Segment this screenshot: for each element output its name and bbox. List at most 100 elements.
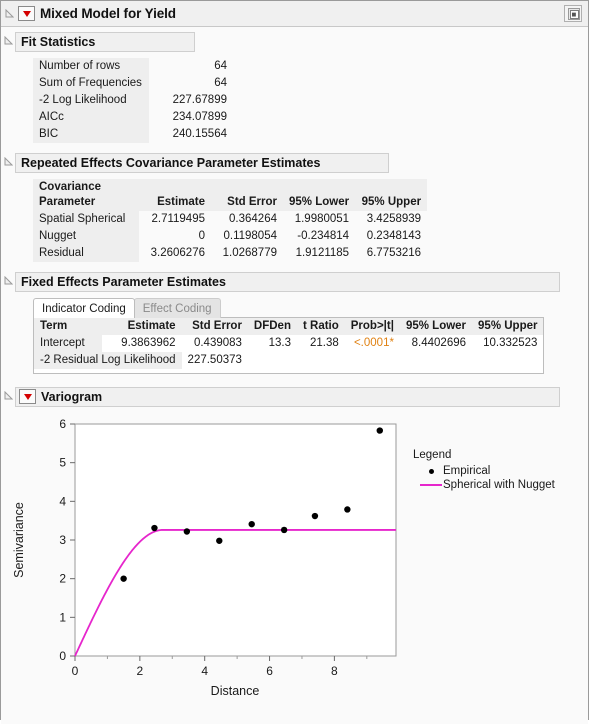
disclosure-triangle-icon[interactable] xyxy=(4,275,13,285)
fixed-effects-table: Term Estimate Std Error DFDen t Ratio Pr… xyxy=(34,318,544,369)
table-row: AICc 234.07899 xyxy=(33,109,235,126)
section-variogram-header[interactable]: Variogram xyxy=(1,387,588,407)
svg-text:6: 6 xyxy=(266,664,273,678)
legend-item-empirical[interactable]: Empirical xyxy=(419,465,555,477)
table-header-row: Covariance Parameter Estimate Std Error … xyxy=(33,179,428,211)
fixed-prob-t: <.0001* xyxy=(353,337,394,349)
table-header-row: Term Estimate Std Error DFDen t Ratio Pr… xyxy=(34,318,544,335)
data-point[interactable] xyxy=(311,512,319,520)
fixed-t-ratio: 21.38 xyxy=(309,337,339,349)
table-row: Number of rows 64 xyxy=(33,58,235,75)
legend-label: Spherical with Nugget xyxy=(443,479,555,491)
repeated-effects-table: Covariance Parameter Estimate Std Error … xyxy=(33,179,428,262)
cov-estimate: 0 xyxy=(198,230,205,242)
legend-title: Legend xyxy=(413,449,452,461)
svg-text:0: 0 xyxy=(59,649,66,663)
data-point[interactable] xyxy=(248,520,255,528)
section-fit-statistics-header[interactable]: Fit Statistics xyxy=(1,32,588,52)
page-title: Mixed Model for Yield xyxy=(40,6,176,21)
fit-stat-label: Number of rows xyxy=(33,58,149,75)
red-triangle-glyph xyxy=(23,393,32,400)
tab-list: Indicator Coding Effect Coding xyxy=(33,298,588,318)
fit-stat-label: Sum of Frequencies xyxy=(33,75,149,92)
fixed-term: Intercept xyxy=(34,335,102,352)
section-fixed-effects-header[interactable]: Fixed Effects Parameter Estimates xyxy=(1,272,588,292)
cov-lower: 1.9121185 xyxy=(295,247,350,259)
cov-parameter: Spatial Spherical xyxy=(33,211,139,228)
cov-parameter: Residual xyxy=(33,245,139,262)
legend-line-icon xyxy=(419,484,443,486)
svg-text:2: 2 xyxy=(137,664,144,678)
col-estimate: Estimate xyxy=(139,179,211,211)
col-95-lower: 95% Lower xyxy=(283,179,356,211)
col-dfden: DFDen xyxy=(247,318,297,335)
table-row: Intercept 9.3863962 0.439083 13.3 21.38 … xyxy=(34,335,543,352)
col-prob-t: Prob>|t| xyxy=(344,318,400,335)
col-std-error: Std Error xyxy=(181,318,248,335)
table-row: Residual 3.2606276 1.0268779 1.9121185 6… xyxy=(33,245,427,262)
col-estimate: Estimate xyxy=(102,318,182,335)
table-row: Spatial Spherical 2.7119495 0.364264 1.9… xyxy=(33,211,427,228)
fixed-effects-triangle-space xyxy=(1,275,15,288)
y-axis-ticks: 0 1 2 3 4 5 6 xyxy=(59,417,75,663)
cov-std-error: 0.1198054 xyxy=(223,230,277,242)
col-head-line2: Parameter xyxy=(39,196,96,208)
red-triangle-menu-icon[interactable] xyxy=(19,389,36,404)
fixed-dfden: 13.3 xyxy=(268,337,291,349)
tab-body-indicator-coding: Term Estimate Std Error DFDen t Ratio Pr… xyxy=(33,317,545,374)
svg-text:8: 8 xyxy=(331,664,338,678)
red-triangle-menu-icon[interactable] xyxy=(18,6,35,21)
fixed-effects-tabpanel: Indicator Coding Effect Coding Term Esti… xyxy=(33,298,588,377)
svg-text:0: 0 xyxy=(72,664,79,678)
red-triangle-glyph xyxy=(22,10,31,17)
cov-estimate: 2.7119495 xyxy=(151,213,205,225)
data-point[interactable] xyxy=(376,427,383,434)
data-point[interactable] xyxy=(120,575,127,582)
cov-std-error: 1.0268779 xyxy=(222,247,277,259)
repeated-effects-triangle-space xyxy=(1,156,15,169)
fixed-lower: 8.4402696 xyxy=(411,337,467,349)
table-row: -2 Log Likelihood 227.67899 xyxy=(33,92,235,109)
data-point[interactable] xyxy=(183,528,191,535)
fit-stat-value: 240.15564 xyxy=(172,128,227,140)
fit-stat-value: 64 xyxy=(214,77,227,89)
variogram-title: Variogram xyxy=(41,389,103,404)
window-layers-icon[interactable]: ■ xyxy=(564,5,582,22)
svg-text:4: 4 xyxy=(59,494,66,508)
col-term: Term xyxy=(34,318,102,335)
svg-text:3: 3 xyxy=(59,533,66,547)
fixed-estimate: 9.3863962 xyxy=(121,337,176,349)
data-point[interactable] xyxy=(151,524,158,532)
disclosure-triangle-icon[interactable] xyxy=(4,156,13,166)
fit-statistics-title: Fit Statistics xyxy=(15,32,195,52)
table-row: -2 Residual Log Likelihood 227.50373 xyxy=(34,352,543,369)
table-row: BIC 240.15564 xyxy=(33,126,235,143)
col-95-upper: 95% Upper xyxy=(355,179,428,211)
col-95-upper: 95% Upper xyxy=(472,318,544,335)
fixed-effects-title: Fixed Effects Parameter Estimates xyxy=(15,272,560,292)
tab-effect-coding[interactable]: Effect Coding xyxy=(133,298,221,318)
legend-item-spherical[interactable]: Spherical with Nugget xyxy=(419,479,555,491)
col-t-ratio: t Ratio xyxy=(296,318,345,335)
data-point[interactable] xyxy=(344,506,351,513)
svg-text:6: 6 xyxy=(59,417,66,431)
disclosure-triangle-icon[interactable] xyxy=(4,35,13,45)
variogram-title-box: Variogram xyxy=(15,387,560,407)
residual-spacer xyxy=(248,352,544,369)
fit-stat-label: -2 Log Likelihood xyxy=(33,92,149,109)
disclosure-triangle-icon[interactable] xyxy=(4,390,13,400)
section-repeated-effects-header[interactable]: Repeated Effects Covariance Parameter Es… xyxy=(1,153,588,173)
cov-upper: 3.4258939 xyxy=(366,213,422,225)
cov-std-error: 0.364264 xyxy=(229,213,277,225)
data-point[interactable] xyxy=(216,537,223,544)
tab-indicator-coding[interactable]: Indicator Coding xyxy=(33,298,135,318)
col-covariance-parameter: Covariance Parameter xyxy=(33,179,139,211)
chart-legend: Legend Empirical Spherical with Nugget xyxy=(413,449,555,493)
data-point[interactable] xyxy=(280,526,288,534)
legend-label: Empirical xyxy=(443,465,491,477)
residual-loglik-label: -2 Residual Log Likelihood xyxy=(34,352,182,369)
variogram-triangle-space xyxy=(1,390,15,403)
fit-stat-value: 234.07899 xyxy=(172,111,227,123)
disclosure-triangle-icon[interactable] xyxy=(5,9,14,18)
cov-estimate: 3.2606276 xyxy=(150,247,205,259)
